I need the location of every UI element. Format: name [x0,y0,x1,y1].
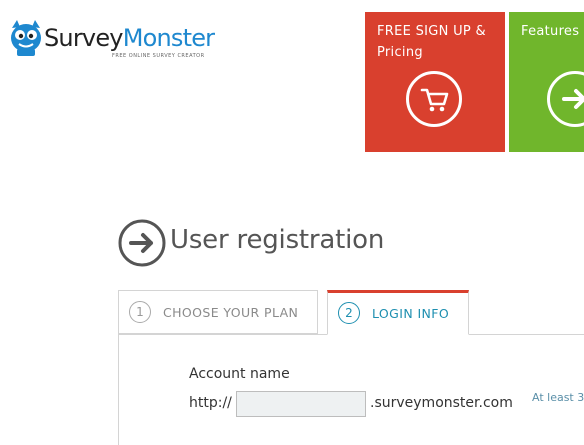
arrow-right-circle-icon [118,219,166,267]
page-title: User registration [170,225,385,255]
tab-choose-your-plan[interactable]: 1 CHOOSE YOUR PLAN [118,290,318,334]
cart-icon [406,71,462,127]
signup-pricing-label: FREE SIGN UP & Pricing [377,24,486,60]
account-name-label: Account name [189,366,290,382]
registration-panel [118,334,584,445]
step-number-2: 2 [338,302,360,324]
step-number-1: 1 [129,301,151,323]
features-tile[interactable]: Features [509,12,584,152]
tab-choose-your-plan-label: CHOOSE YOUR PLAN [163,305,299,320]
logo-word-monster: Monster [122,24,215,52]
features-label: Features [521,24,580,39]
url-prefix: http:// [189,395,232,411]
tab-login-info[interactable]: 2 LOGIN INFO [327,290,469,335]
logo-wordmark: SurveyMonster [44,24,215,52]
logo-tagline: FREE ONLINE SURVEY CREATOR [112,53,205,59]
domain-suffix: .surveymonster.com [370,395,513,411]
logo[interactable]: SurveyMonster FREE ONLINE SURVEY CREATOR [8,16,215,64]
tab-login-info-label: LOGIN INFO [372,306,450,321]
arrow-right-icon [547,71,584,127]
monster-mascot-icon [11,20,41,56]
logo-word-survey: Survey [44,24,123,52]
account-name-hint: At least 3 [532,391,584,404]
signup-pricing-tile[interactable]: FREE SIGN UP & Pricing [365,12,505,152]
account-name-input[interactable] [236,391,366,417]
